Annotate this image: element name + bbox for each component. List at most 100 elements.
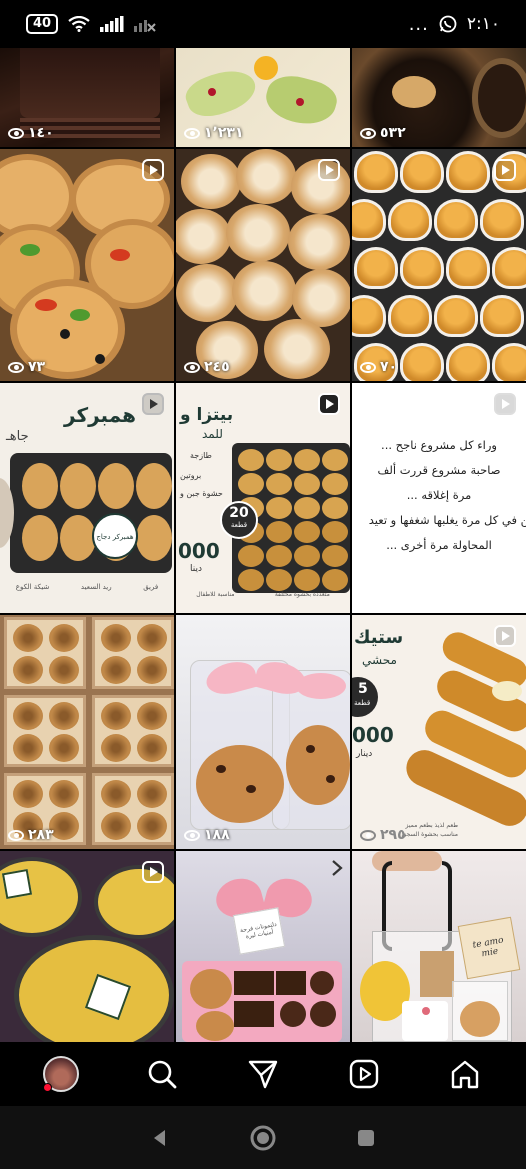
count-number: 5: [358, 681, 368, 697]
home-button-icon[interactable]: [249, 1124, 277, 1152]
price: 000: [178, 539, 220, 563]
notification-dot: [42, 1083, 52, 1092]
cinnamon-roll: [264, 319, 330, 379]
cookie: [137, 812, 167, 840]
cookie: [196, 1011, 234, 1041]
cookie: [190, 969, 232, 1009]
cookie: [137, 702, 167, 730]
eye-icon: [360, 361, 376, 373]
cookie: [13, 624, 43, 652]
brownie: [234, 1001, 274, 1027]
status-right: ... ٢:١٠: [409, 14, 500, 35]
cookie: [101, 812, 131, 840]
pizza-bite: [238, 473, 264, 495]
quote-text: وراء كل مشروع ناجح ... صاحبة مشروع قررت …: [368, 438, 526, 552]
patty: [22, 515, 58, 561]
cake-slice: [20, 48, 160, 118]
post-tile-dessert-bowls[interactable]: [0, 851, 174, 1042]
promo-subtitle: محشي: [362, 653, 397, 667]
promo-line: بروتين: [180, 471, 202, 480]
walnut: [392, 76, 436, 108]
cookie: [13, 734, 43, 762]
signal-off-icon: [134, 20, 156, 32]
recents-icon[interactable]: [355, 1127, 377, 1149]
clock: ٢:١٠: [466, 14, 500, 34]
muffin: [388, 295, 432, 337]
post-tile-gift-cookies[interactable]: ١٨٨: [176, 615, 350, 849]
pepper: [110, 249, 130, 261]
post-tile-chocolate-cake[interactable]: ١٤٠: [0, 48, 174, 147]
post-tile-cinnamon-rolls[interactable]: ٢٤٥: [176, 149, 350, 381]
pizza-bite: [238, 449, 264, 471]
post-tile-salad-boats[interactable]: ١٬٢٣١: [176, 48, 350, 147]
post-tile-pizza-bites-promo[interactable]: بيتزا و للمد طازجة بروتين حشوة جبن و 20 …: [176, 383, 350, 613]
reel-icon: [142, 861, 164, 883]
olive: [95, 354, 105, 364]
post-tile-mini-pizzas[interactable]: ٧٣: [0, 149, 174, 381]
carousel-icon: [332, 860, 343, 876]
direct-icon: [248, 1060, 278, 1089]
view-count: ١٨٨: [184, 827, 230, 843]
pizza-bite: [266, 521, 292, 543]
pizza-bite: [266, 545, 292, 567]
promo-title: همبركر: [64, 403, 136, 427]
eye-icon: [184, 829, 200, 841]
cookie: [13, 702, 43, 730]
reel-icon: [318, 393, 340, 415]
post-tile-stick-promo[interactable]: ستيك محشي 5 قطعة 000 دينار طعم لذيذ بطعم…: [352, 615, 526, 849]
post-tile-cookie-boxes[interactable]: ٢٨٣: [0, 615, 174, 849]
muffin: [480, 295, 524, 337]
cinnamon-roll: [176, 264, 238, 322]
cookie: [137, 780, 167, 808]
muffin: [446, 247, 490, 289]
back-icon[interactable]: [149, 1127, 171, 1149]
nav-reels[interactable]: [342, 1052, 386, 1096]
muffin: [492, 343, 526, 381]
nav-profile[interactable]: [39, 1052, 83, 1096]
patty: [60, 463, 96, 509]
muffin: [492, 247, 526, 289]
muffin: [434, 295, 478, 337]
pizza-bite: [322, 473, 348, 495]
promo-line: طازجة: [190, 451, 212, 460]
view-count: ٥٣٢: [360, 125, 406, 141]
pizza-bite: [238, 545, 264, 567]
status-bar: 40 ... ٢:١٠: [0, 0, 526, 48]
muffin: [400, 151, 444, 193]
cheese-filling: [492, 681, 522, 701]
truffle: [310, 1001, 336, 1027]
count-number: 20: [229, 505, 249, 521]
eye-icon: [8, 127, 24, 139]
pepper: [35, 299, 57, 311]
cinnamon-roll: [232, 261, 296, 321]
nav-direct[interactable]: [241, 1052, 285, 1096]
cookie: [49, 656, 79, 684]
pink-ribbon: [296, 673, 346, 699]
nav-home[interactable]: [443, 1052, 487, 1096]
pizza-bite: [322, 497, 348, 519]
gift-tag: te amo mie: [457, 916, 521, 980]
bottom-nav: [0, 1042, 526, 1106]
view-count: ١٤٠: [8, 125, 54, 141]
muffin: [354, 247, 398, 289]
pomegranate: [208, 88, 216, 96]
post-tile-walnut-tart[interactable]: ٥٣٢: [352, 48, 526, 147]
nav-search[interactable]: [140, 1052, 184, 1096]
post-tile-gift-bag[interactable]: te amo mie: [352, 851, 526, 1042]
pizza-bite: [294, 449, 320, 471]
pizza-bite: [266, 449, 292, 471]
post-tile-muffins[interactable]: ٧٠: [352, 149, 526, 381]
post-tile-motivation-quote[interactable]: وراء كل مشروع ناجح ... صاحبة مشروع قررت …: [352, 383, 526, 613]
cookie: [49, 702, 79, 730]
cookie-box: [4, 617, 86, 689]
cookie: [13, 656, 43, 684]
patty: [136, 515, 172, 561]
reel-icon: [318, 159, 340, 181]
pizza-bite: [294, 545, 320, 567]
post-tile-burger-promo[interactable]: همبركر جاهـ همبركر دجاج شيكة الكوع ريد ا…: [0, 383, 174, 613]
status-left: 40: [26, 14, 156, 34]
view-count: ٧٠: [360, 359, 397, 375]
promo-subtitle: للمد: [202, 427, 223, 441]
reel-icon: [494, 159, 516, 181]
post-tile-gift-basket[interactable]: دلتمونات فرحة أمنيات ليرة: [176, 851, 350, 1042]
